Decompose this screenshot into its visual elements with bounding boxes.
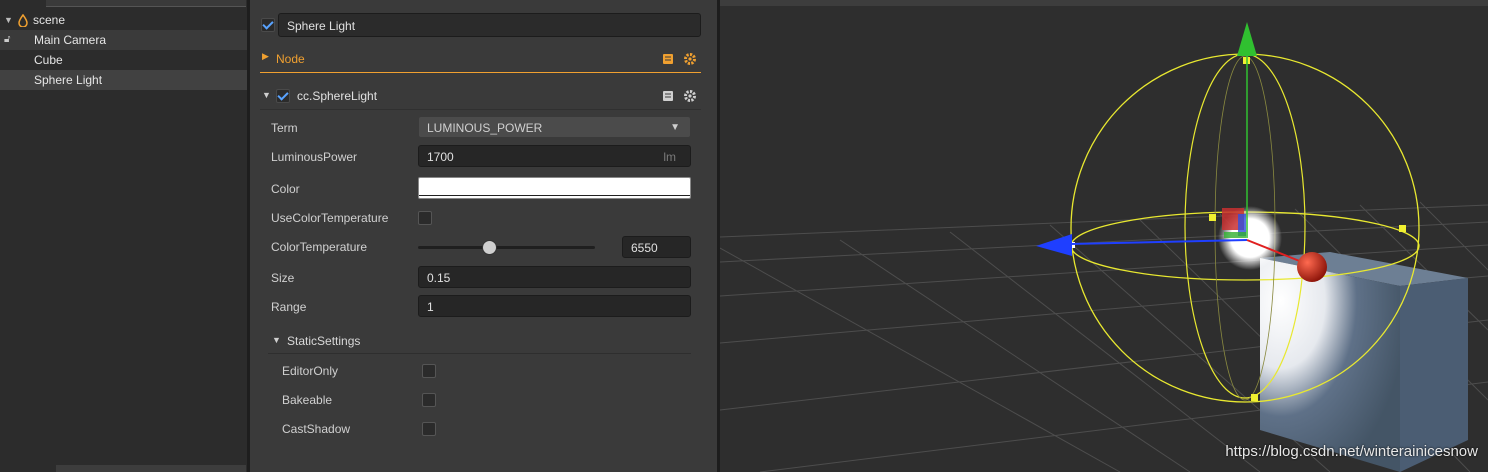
scene-viewport[interactable] [720,0,1488,472]
book-icon[interactable] [661,52,675,66]
use-color-temperature-label: UseColorTemperature [271,211,389,225]
static-settings-arrow-icon[interactable]: ▼ [272,335,281,345]
gear-icon[interactable] [683,89,697,103]
hierarchy-item-label: Cube [34,53,63,67]
hierarchy-item-sphere-light[interactable]: Sphere Light [0,70,247,90]
term-select-value: LUMINOUS_POWER [427,121,543,135]
hierarchy-item-cube[interactable]: Cube [0,50,247,70]
gear-icon[interactable] [683,52,697,66]
component-collapse-arrow-icon[interactable]: ▼ [262,90,271,100]
luminous-power-input[interactable]: 1700 lm [418,145,691,167]
static-settings-title[interactable]: StaticSettings [287,334,360,348]
range-input[interactable]: 1 [418,295,691,317]
book-icon[interactable] [661,89,675,103]
size-input[interactable]: 0.15 [418,266,691,288]
color-alpha-bar [419,195,690,196]
color-label: Color [271,182,300,196]
cube-object[interactable] [1260,252,1468,472]
static-settings-divider [268,353,691,354]
node-expand-arrow-icon[interactable]: ▶ [262,51,269,62]
lock-icon[interactable]: 🔓︎ [4,30,10,50]
luminous-power-value: 1700 [427,150,454,164]
bakeable-label: Bakeable [282,393,333,407]
hierarchy-item-label: scene [33,13,66,27]
component-divider [260,109,701,110]
node-section-underline [260,72,701,73]
term-select[interactable]: LUMINOUS_POWER ▼ [418,116,691,138]
watermark-text: https://blog.csdn.net/winterainicesnow [1225,443,1478,460]
color-temperature-label: ColorTemperature [271,240,368,254]
expand-arrow-icon[interactable]: ▼ [4,10,13,30]
editor-only-checkbox[interactable] [422,364,436,378]
node-active-checkbox[interactable] [261,18,275,32]
bakeable-checkbox[interactable] [422,393,436,407]
cast-shadow-checkbox[interactable] [422,422,436,436]
term-label: Term [271,121,298,135]
hierarchy-search-strip[interactable] [46,0,246,7]
size-label: Size [271,271,295,285]
hierarchy-item-label: Sphere Light [34,73,103,87]
z-axis-arrow-icon[interactable] [1036,234,1072,256]
color-temperature-input[interactable]: 6550 [622,236,691,258]
node-name-input[interactable]: Sphere Light [278,13,701,37]
component-title[interactable]: cc.SphereLight [297,89,377,103]
component-enabled-checkbox[interactable] [276,89,290,103]
hierarchy-item-label: Main Camera [34,33,107,47]
use-color-temperature-checkbox[interactable] [418,211,432,225]
transform-gizmo[interactable] [1036,22,1327,282]
hierarchy-item-scene[interactable]: ▼ scene [0,10,247,30]
chevron-down-icon: ▼ [670,122,680,133]
hierarchy-item-main-camera[interactable]: 🔓︎ Main Camera [0,30,247,50]
y-axis-arrow-icon[interactable] [1237,22,1257,56]
node-section-title[interactable]: Node [276,52,305,66]
luminous-power-label: LuminousPower [271,150,358,164]
color-temperature-slider-track[interactable] [418,246,595,249]
hierarchy-panel: ▼ scene 🔓︎ Main Camera Cube Sphere Light [0,0,247,472]
inspector-panel: Sphere Light ▶ Node ▼ cc.SphereLight Ter… [250,0,717,472]
editor-only-label: EditorOnly [282,364,339,378]
color-temperature-slider-handle[interactable] [481,240,497,255]
hierarchy-bottom-bar [56,465,246,472]
scene-view[interactable]: https://blog.csdn.net/winterainicesnow [720,0,1488,472]
luminous-power-unit: lm [663,150,676,164]
x-axis-handle[interactable] [1297,252,1327,282]
range-label: Range [271,300,307,314]
color-swatch[interactable] [418,177,691,199]
cast-shadow-label: CastShadow [282,422,351,436]
